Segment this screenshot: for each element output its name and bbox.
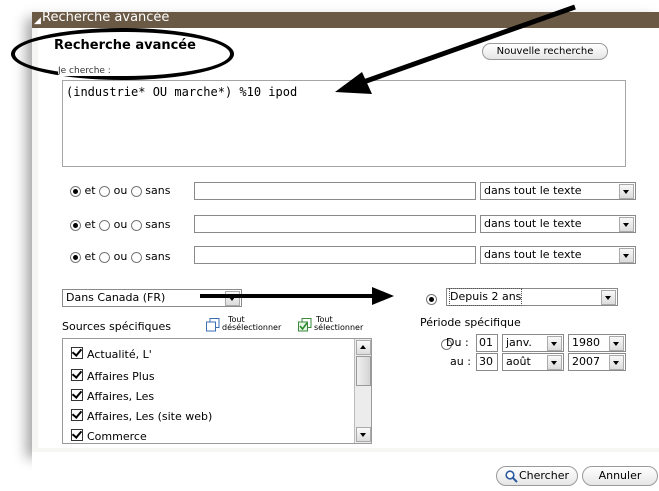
select-all-icon [298, 318, 312, 332]
clause-row-3: et ou sans [70, 250, 170, 263]
select-all-button[interactable]: Tout sélectionner [298, 316, 370, 336]
and-label: et [84, 184, 96, 197]
clause-row-1: et ou sans [70, 184, 170, 197]
not-label: sans [145, 218, 171, 231]
scroll-down-icon[interactable] [356, 427, 371, 442]
chevron-down-icon [619, 184, 634, 199]
clause-scope-select-1[interactable]: dans tout le texte [480, 182, 636, 200]
chevron-down-icon [601, 290, 616, 305]
to-month-select[interactable]: août [502, 353, 564, 371]
chevron-down-icon [609, 336, 624, 351]
period-specific-label: Période spécifique [420, 316, 521, 329]
or-radio[interactable] [99, 219, 111, 231]
period-preset-select[interactable]: Depuis 2 ans [446, 288, 618, 306]
or-label: ou [113, 184, 128, 197]
highlight-ellipse [11, 28, 234, 80]
and-radio[interactable] [70, 185, 81, 197]
not-radio[interactable] [130, 251, 142, 263]
checkbox-checked-icon[interactable] [71, 369, 83, 381]
not-radio[interactable] [130, 219, 142, 231]
select-all-label: Tout sélectionner [314, 315, 364, 332]
checkbox-checked-icon[interactable] [71, 409, 83, 421]
or-label: ou [113, 218, 128, 231]
chevron-down-icon [547, 336, 562, 351]
not-label: sans [145, 184, 171, 197]
list-item[interactable]: Affaires, Les [71, 389, 154, 403]
window-title: Recherche avancée [42, 12, 170, 25]
deselect-all-icon [206, 318, 220, 332]
chevron-down-icon [619, 217, 634, 232]
clause-scope-select-3[interactable]: dans tout le texte [480, 246, 636, 264]
list-item[interactable]: Commerce [71, 429, 147, 443]
period-preset-radio[interactable] [426, 294, 437, 305]
from-label: Du : [446, 336, 469, 349]
and-label: et [84, 250, 96, 263]
annotation-arrow-period [200, 287, 394, 305]
and-radio[interactable] [70, 251, 81, 263]
chevron-down-icon [547, 355, 562, 370]
clause-input-3[interactable] [194, 246, 476, 264]
search-icon [505, 470, 518, 483]
or-radio[interactable] [99, 185, 111, 197]
checkbox-checked-icon[interactable] [71, 389, 83, 401]
clause-scope-select-2[interactable]: dans tout le texte [480, 215, 636, 233]
to-year-select[interactable]: 2007 [568, 353, 626, 371]
sources-scrollbar[interactable] [354, 339, 371, 443]
scroll-up-icon[interactable] [356, 340, 371, 355]
not-label: sans [145, 250, 171, 263]
not-radio[interactable] [130, 185, 142, 197]
clause-input-1[interactable] [194, 182, 476, 200]
and-radio[interactable] [70, 219, 81, 231]
cancel-button[interactable]: Annuler [582, 466, 658, 486]
list-item[interactable]: Affaires Plus [71, 369, 155, 383]
to-day-input[interactable]: 30 [476, 353, 498, 371]
deselect-all-label: Tout désélectionner [222, 315, 282, 332]
chevron-down-icon [619, 248, 634, 263]
list-item[interactable]: Actualité, L' [71, 347, 152, 361]
from-day-input[interactable]: 01 [476, 334, 498, 352]
or-label: ou [113, 250, 128, 263]
checkbox-checked-icon[interactable] [71, 347, 83, 359]
annotation-arrow-query [335, 4, 576, 94]
sources-list[interactable]: Actualité, L' Affaires Plus Affaires, Le… [62, 338, 372, 444]
from-month-select[interactable]: janv. [502, 334, 564, 352]
query-label: Je cherche : [58, 66, 111, 76]
scroll-thumb[interactable] [356, 356, 371, 386]
sources-label: Sources spécifiques [62, 320, 171, 333]
from-year-select[interactable]: 1980 [568, 334, 626, 352]
titlebar-arrow-icon: ◢ [34, 16, 41, 26]
clause-row-2: et ou sans [70, 218, 170, 231]
deselect-all-button[interactable]: Tout désélectionner [206, 316, 286, 336]
and-label: et [84, 218, 96, 231]
search-button[interactable]: Chercher [496, 466, 578, 486]
checkbox-checked-icon[interactable] [71, 429, 83, 441]
list-item[interactable]: Affaires, Les (site web) [71, 409, 212, 423]
clause-input-2[interactable] [194, 215, 476, 233]
or-radio[interactable] [99, 251, 111, 263]
chevron-down-icon [609, 355, 624, 370]
to-label: au : [450, 355, 471, 368]
